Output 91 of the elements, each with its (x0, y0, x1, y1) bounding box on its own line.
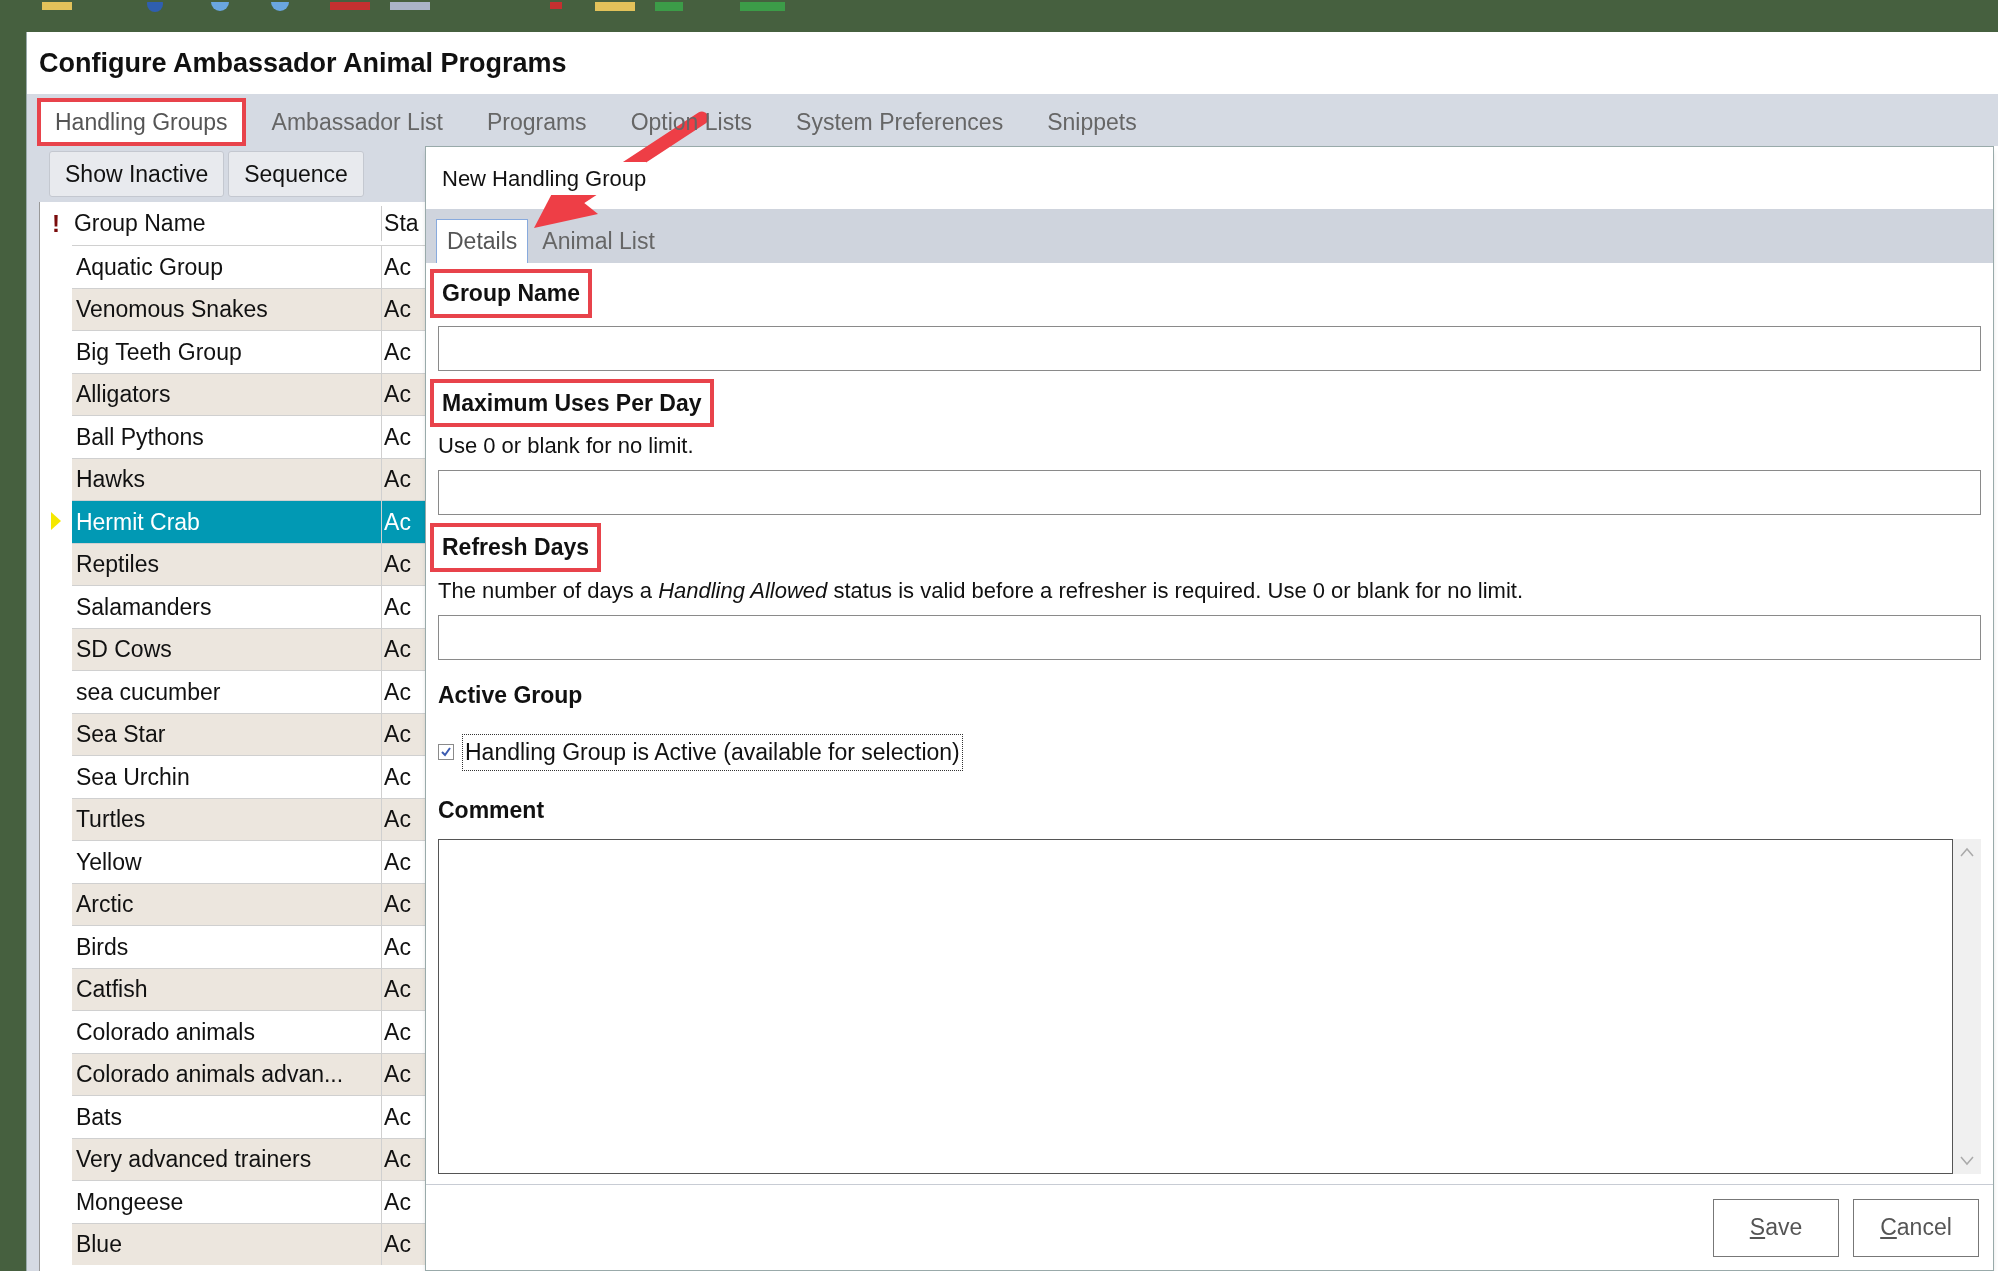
table-cell: Ac (381, 797, 425, 840)
grid-row[interactable]: Colorado animals advan... Ac (40, 1052, 425, 1095)
table-cell: Ac (381, 372, 425, 415)
grid-row[interactable]: Bats Ac (40, 1095, 425, 1138)
section-label: Active Group (438, 680, 584, 710)
field-label: Group Name (430, 269, 593, 318)
table-cell: Ac (381, 415, 425, 458)
grid-row[interactable]: Alligators Ac (40, 372, 425, 415)
table-cell: Turtles (71, 797, 382, 840)
row-pointer-icon (49, 511, 62, 532)
table-cell: Ac (381, 287, 425, 330)
table-cell: Alligators (71, 372, 382, 415)
grid-row[interactable]: Ball Pythons Ac (40, 415, 425, 458)
table-cell: Ac (381, 840, 425, 883)
tab[interactable]: Ambassador List (253, 98, 461, 146)
table-cell: Ac (381, 585, 425, 628)
checkbox[interactable] (438, 744, 454, 761)
table-cell: Ac (381, 627, 425, 670)
input-field[interactable] (438, 614, 1981, 660)
table-cell: Ac (381, 1095, 425, 1138)
grid-row[interactable]: Reptiles Ac (40, 542, 425, 585)
table-cell: Ac (381, 755, 425, 798)
grid-row[interactable]: sea cucumber Ac (40, 670, 425, 713)
grid-row[interactable]: Colorado animals Ac (40, 1010, 425, 1053)
grid-row[interactable]: Very advanced trainers Ac (40, 1137, 425, 1180)
grid-row[interactable]: Sea Urchin Ac (40, 755, 425, 798)
grid-row[interactable]: SD Cows Ac (40, 627, 425, 670)
comment-field[interactable] (438, 839, 1953, 1174)
chevron-up-icon[interactable] (1960, 847, 1974, 857)
table-cell: Ac (381, 967, 425, 1010)
table-cell: Ac (381, 1010, 425, 1053)
table-cell: Ac (381, 712, 425, 755)
table-cell: Ac (381, 1180, 425, 1223)
table-cell: Ac (381, 882, 425, 925)
toolbar-button[interactable]: Sequence (228, 151, 364, 197)
tab[interactable]: Snippets (1029, 98, 1155, 146)
tab[interactable]: System Preferences (778, 98, 1022, 146)
tab[interactable]: Programs (468, 98, 605, 146)
field-hint: Use 0 or blank for no limit. (438, 432, 694, 460)
dialog-button[interactable]: Save (1713, 1198, 1839, 1257)
table-cell: Blue (71, 1222, 382, 1265)
tab[interactable]: Animal List (532, 219, 665, 263)
tab[interactable]: Details (436, 219, 529, 263)
table-cell: Ac (381, 670, 425, 713)
table-cell: Ac (381, 1222, 425, 1265)
table-cell: Arctic (71, 882, 382, 925)
grid-row[interactable]: Sea Star Ac (40, 712, 425, 755)
table-cell: Sea Star (71, 712, 382, 755)
field-hint: The number of days a Handling Allowed status is valid before a refresher is required. Use 0 or blank for no limit. (438, 576, 1524, 605)
grid-row[interactable]: Mongeese Ac (40, 1180, 425, 1223)
toolbar-button[interactable]: Show Inactive (49, 151, 225, 197)
table-cell: Ac (381, 1137, 425, 1180)
tab[interactable]: Handling Groups (37, 98, 246, 146)
column-header: Group Name (72, 209, 207, 239)
grid-row[interactable]: Yellow Ac (40, 840, 425, 883)
grid-row[interactable]: Venomous Snakes Ac (40, 287, 425, 330)
table-cell: Very advanced trainers (71, 1137, 382, 1180)
field-label: Maximum Uses Per Day (430, 378, 714, 427)
grid-row[interactable]: Hawks Ac (40, 457, 425, 500)
grid-row[interactable]: Big Teeth Group Ac (40, 330, 425, 373)
table-cell: Catfish (71, 967, 382, 1010)
table-cell: Venomous Snakes (71, 287, 382, 330)
table-cell: SD Cows (71, 627, 382, 670)
table-cell: Reptiles (71, 542, 382, 585)
flag-header: ! (50, 208, 61, 239)
grid-row[interactable]: Birds Ac (40, 925, 425, 968)
table-cell: Colorado animals advan... (71, 1052, 382, 1095)
section-label: Comment (438, 795, 546, 825)
table-cell: Ac (381, 1052, 425, 1095)
input-field[interactable] (438, 470, 1981, 515)
dialog-button[interactable]: Cancel (1853, 1198, 1979, 1257)
dialog-title: New Handling Group (442, 161, 647, 195)
grid-row[interactable]: Catfish Ac (40, 967, 425, 1010)
table-cell: Hermit Crab (71, 500, 382, 543)
window-title: Configure Ambassador Animal Programs (39, 46, 567, 80)
input-field[interactable] (438, 325, 1981, 371)
grid-row[interactable]: Arctic Ac (40, 882, 425, 925)
grid-row[interactable]: Aquatic Group Ac (40, 245, 425, 288)
table-cell: Ac (381, 330, 425, 373)
grid-row[interactable]: Salamanders Ac (40, 585, 425, 628)
checkbox-label: Handling Group is Active (available for selection) (462, 734, 963, 771)
grid-row[interactable]: Turtles Ac (40, 797, 425, 840)
table-cell: Ac (381, 457, 425, 500)
table-cell: Ac (381, 500, 425, 543)
table-cell: Ac (381, 542, 425, 585)
table-cell: Ac (381, 925, 425, 968)
table-cell: Hawks (71, 457, 382, 500)
table-cell: Ac (381, 245, 425, 288)
field-label: Refresh Days (430, 523, 602, 572)
chevron-down-icon[interactable] (1960, 1156, 1974, 1166)
grid-row[interactable]: Blue Ac (40, 1222, 425, 1265)
